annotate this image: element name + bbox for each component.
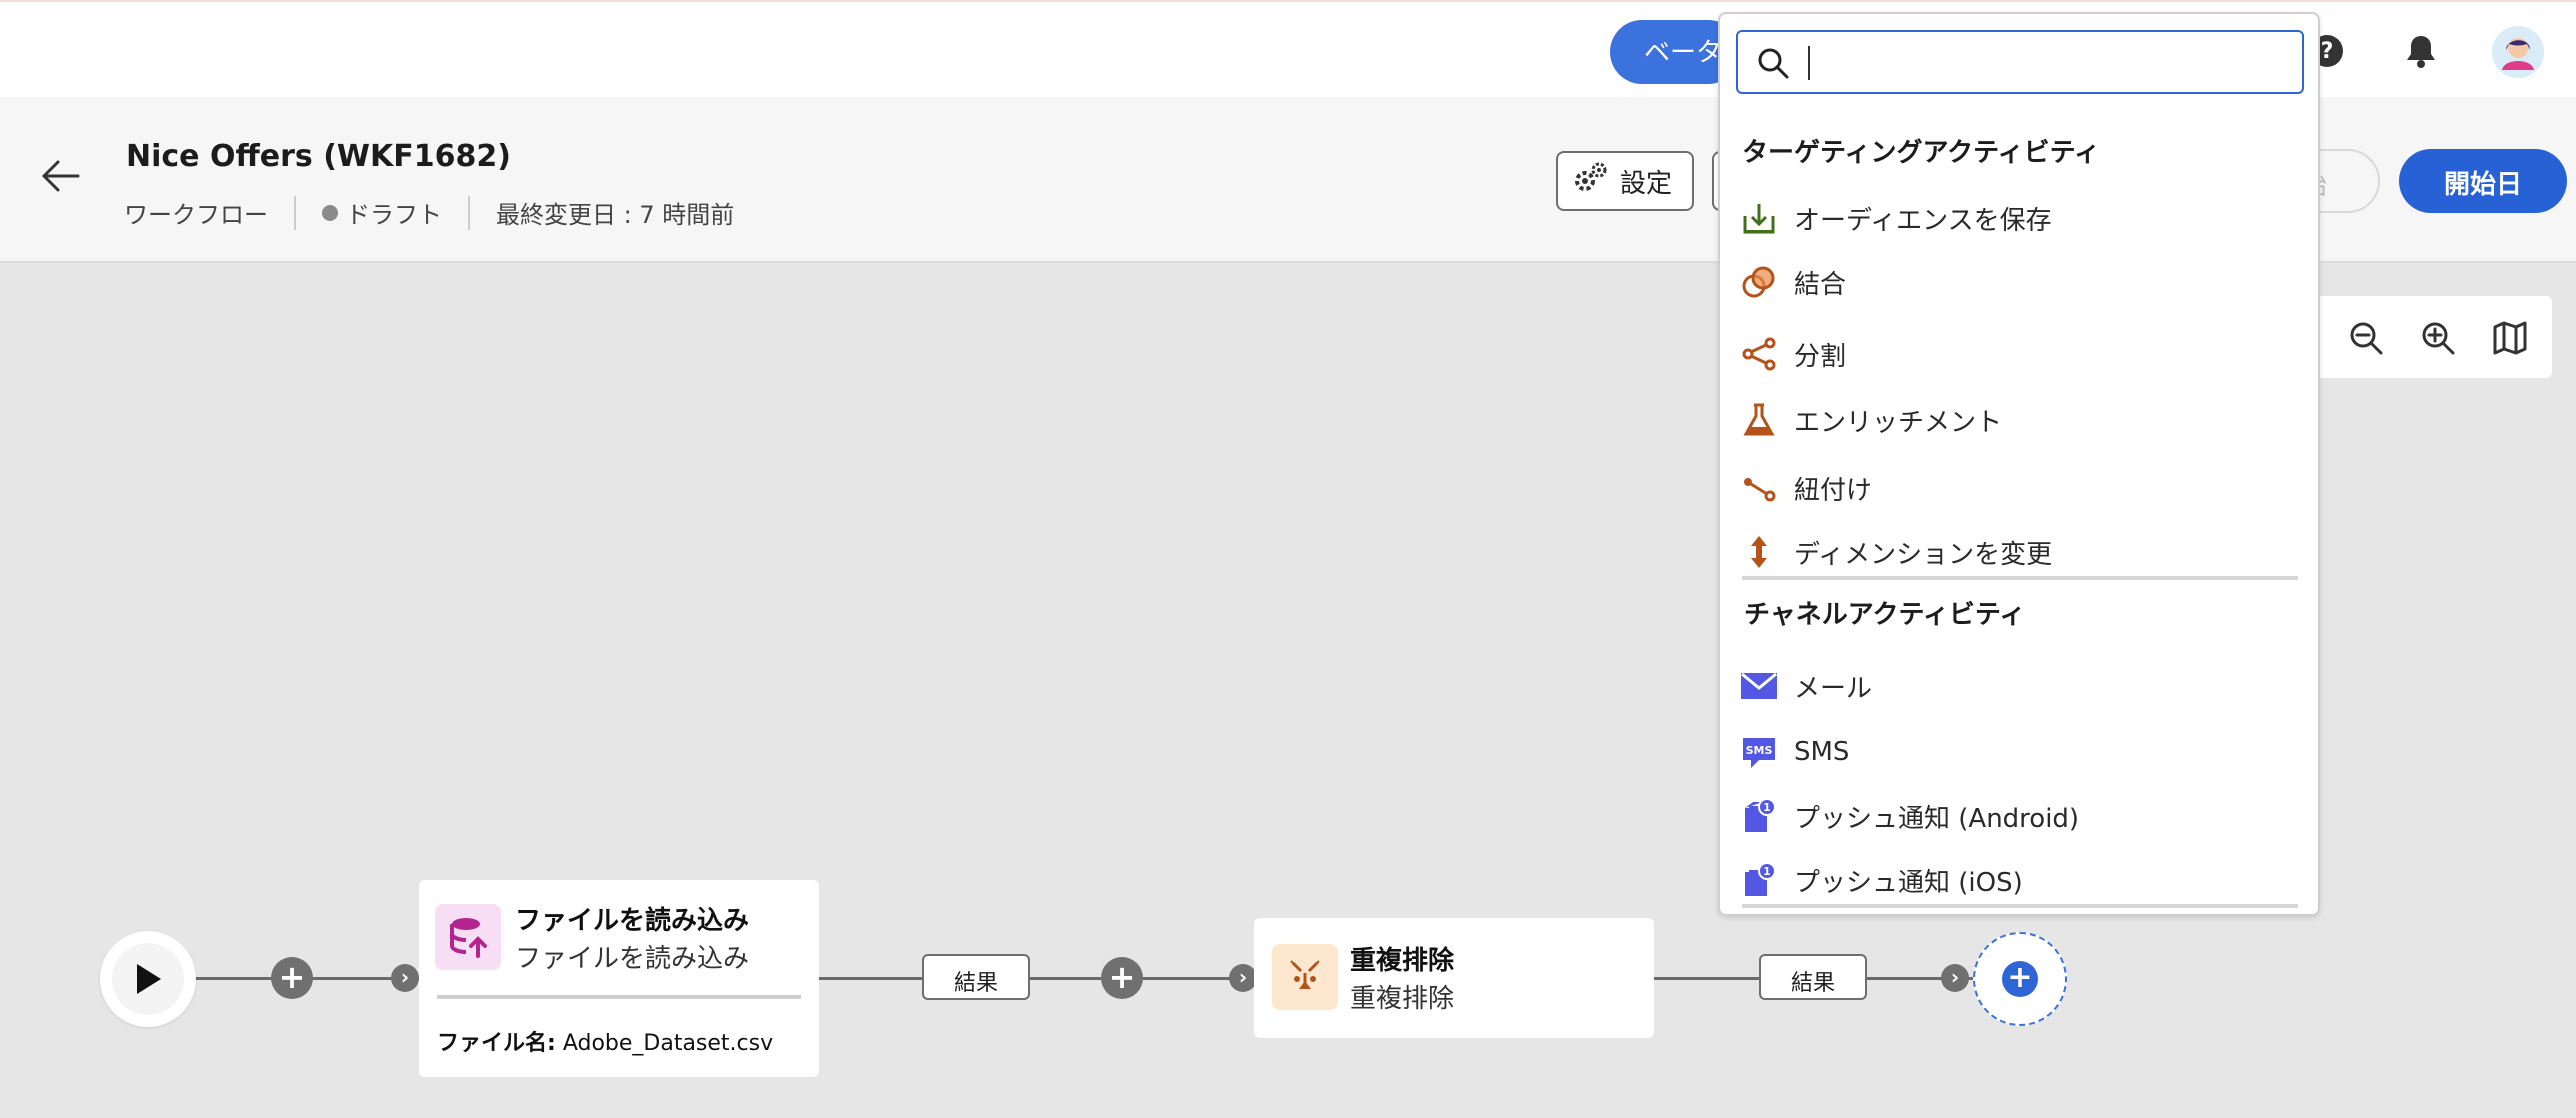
file-name-label: ファイル名: (437, 1031, 556, 1056)
menu-item-label: エンリッチメント (1794, 407, 2003, 438)
menu-item-label: 結合 (1794, 269, 1847, 300)
result-transition-tag[interactable]: 結果 (922, 954, 1030, 1000)
deduplication-icon (1272, 944, 1338, 1010)
targeting-section-title: ターゲティングアクティビティ (1742, 138, 2101, 168)
svg-text:SMS: SMS (1746, 744, 1773, 757)
page-title: Nice Offers (WKF1682) (126, 139, 511, 174)
workflow-meta: ワークフロー ドラフト 最終変更日 : 7 時間前 (124, 195, 734, 230)
menu-item-label: プッシュ通知 (Android) (1794, 803, 2080, 834)
push-android-icon: 1 (1740, 797, 1778, 835)
change-dimension-icon (1740, 533, 1778, 571)
canvas-zoom-toolbar (2300, 296, 2552, 378)
menu-item-email[interactable]: メール (1740, 658, 2300, 714)
section-divider (1742, 904, 2298, 908)
svg-text:?: ? (2321, 39, 2334, 64)
start-node[interactable] (100, 931, 196, 1027)
settings-button[interactable]: 設定 (1556, 151, 1694, 211)
menu-item-label: プッシュ通知 (iOS) (1794, 867, 2023, 898)
plus-icon: + (2002, 961, 2038, 997)
back-arrow-icon[interactable] (40, 159, 80, 197)
menu-item-sms[interactable]: SMS SMS (1740, 724, 2300, 780)
channel-section-title: チャネルアクティビティ (1744, 600, 2026, 630)
svg-text:1: 1 (1763, 865, 1771, 878)
menu-item-label: オーディエンスを保存 (1794, 205, 2052, 236)
text-caret (1808, 46, 1810, 80)
connector-line (818, 977, 1258, 980)
divider (468, 195, 470, 230)
reconciliation-icon (1740, 469, 1778, 507)
load-file-icon (435, 904, 501, 970)
file-name-row: ファイル名: Adobe_Dataset.csv (437, 1025, 773, 1057)
activity-title: ファイルを読み込み (515, 906, 750, 936)
combine-icon (1740, 263, 1778, 301)
last-modified-text: 最終変更日 : 7 時間前 (496, 201, 735, 229)
deduplication-activity-card[interactable]: 重複排除 重複排除 (1254, 918, 1654, 1038)
card-divider (437, 995, 801, 999)
activity-subtitle: ファイルを読み込み (515, 944, 750, 974)
email-icon (1740, 667, 1778, 705)
chevron-right-icon: › (391, 964, 419, 992)
activity-subtitle: 重複排除 (1350, 984, 1455, 1014)
zoom-out-icon[interactable] (2342, 314, 2390, 362)
search-icon (1756, 46, 1790, 84)
push-ios-icon: 1 (1740, 861, 1778, 899)
menu-item-label: SMS (1794, 737, 1850, 767)
zoom-in-icon[interactable] (2414, 314, 2462, 362)
sms-icon: SMS (1740, 733, 1778, 771)
minimap-icon[interactable] (2486, 314, 2534, 362)
workflow-type: ワークフロー (124, 201, 268, 229)
file-name-value: Adobe_Dataset.csv (562, 1031, 774, 1056)
add-activity-button[interactable]: + (1101, 957, 1143, 999)
enrichment-flask-icon (1740, 401, 1778, 439)
save-audience-icon (1740, 199, 1778, 237)
activity-search-box[interactable] (1736, 30, 2304, 94)
activity-picker-dropdown: ターゲティングアクティビティ オーディエンスを保存 結合 分割 エンリッチメント… (1718, 12, 2320, 916)
menu-item-change-dimension[interactable]: ディメンションを変更 (1740, 524, 2300, 580)
status-badge: ドラフト (346, 201, 442, 229)
load-file-activity-card[interactable]: ファイルを読み込み ファイルを読み込み ファイル名: Adobe_Dataset… (419, 880, 819, 1077)
menu-item-split[interactable]: 分割 (1740, 326, 2300, 382)
chevron-right-icon: › (1941, 964, 1969, 992)
split-icon (1740, 335, 1778, 373)
add-activity-active-button[interactable]: + (1973, 932, 2067, 1026)
activity-search-input[interactable] (1814, 42, 2284, 84)
settings-label: 設定 (1620, 168, 1673, 199)
svg-text:1: 1 (1763, 801, 1771, 814)
result-transition-tag[interactable]: 結果 (1759, 954, 1867, 1000)
menu-item-label: ディメンションを変更 (1794, 539, 2053, 570)
menu-item-label: 分割 (1794, 341, 1847, 372)
notification-bell-icon[interactable] (2396, 26, 2446, 76)
menu-item-enrichment[interactable]: エンリッチメント (1740, 392, 2300, 448)
divider (294, 195, 296, 230)
menu-item-label: メール (1794, 673, 1873, 704)
add-activity-button[interactable]: + (271, 957, 313, 999)
menu-item-save-audience[interactable]: オーディエンスを保存 (1740, 190, 2300, 246)
play-icon (112, 943, 184, 1015)
menu-item-push-android[interactable]: 1 プッシュ通知 (Android) (1740, 788, 2300, 844)
gears-icon (1572, 161, 1608, 202)
menu-item-push-ios[interactable]: 1 プッシュ通知 (iOS) (1740, 852, 2300, 908)
user-avatar[interactable] (2492, 26, 2544, 78)
start-date-button[interactable]: 開始日 (2399, 149, 2567, 213)
status-dot-icon (322, 204, 338, 221)
menu-item-reconciliation[interactable]: 紐付け (1740, 460, 2300, 516)
section-divider (1742, 576, 2298, 580)
activity-title: 重複排除 (1350, 946, 1455, 976)
menu-item-label: 紐付け (1794, 475, 1873, 506)
chevron-right-icon: › (1229, 964, 1257, 992)
menu-item-combine[interactable]: 結合 (1740, 254, 2300, 310)
